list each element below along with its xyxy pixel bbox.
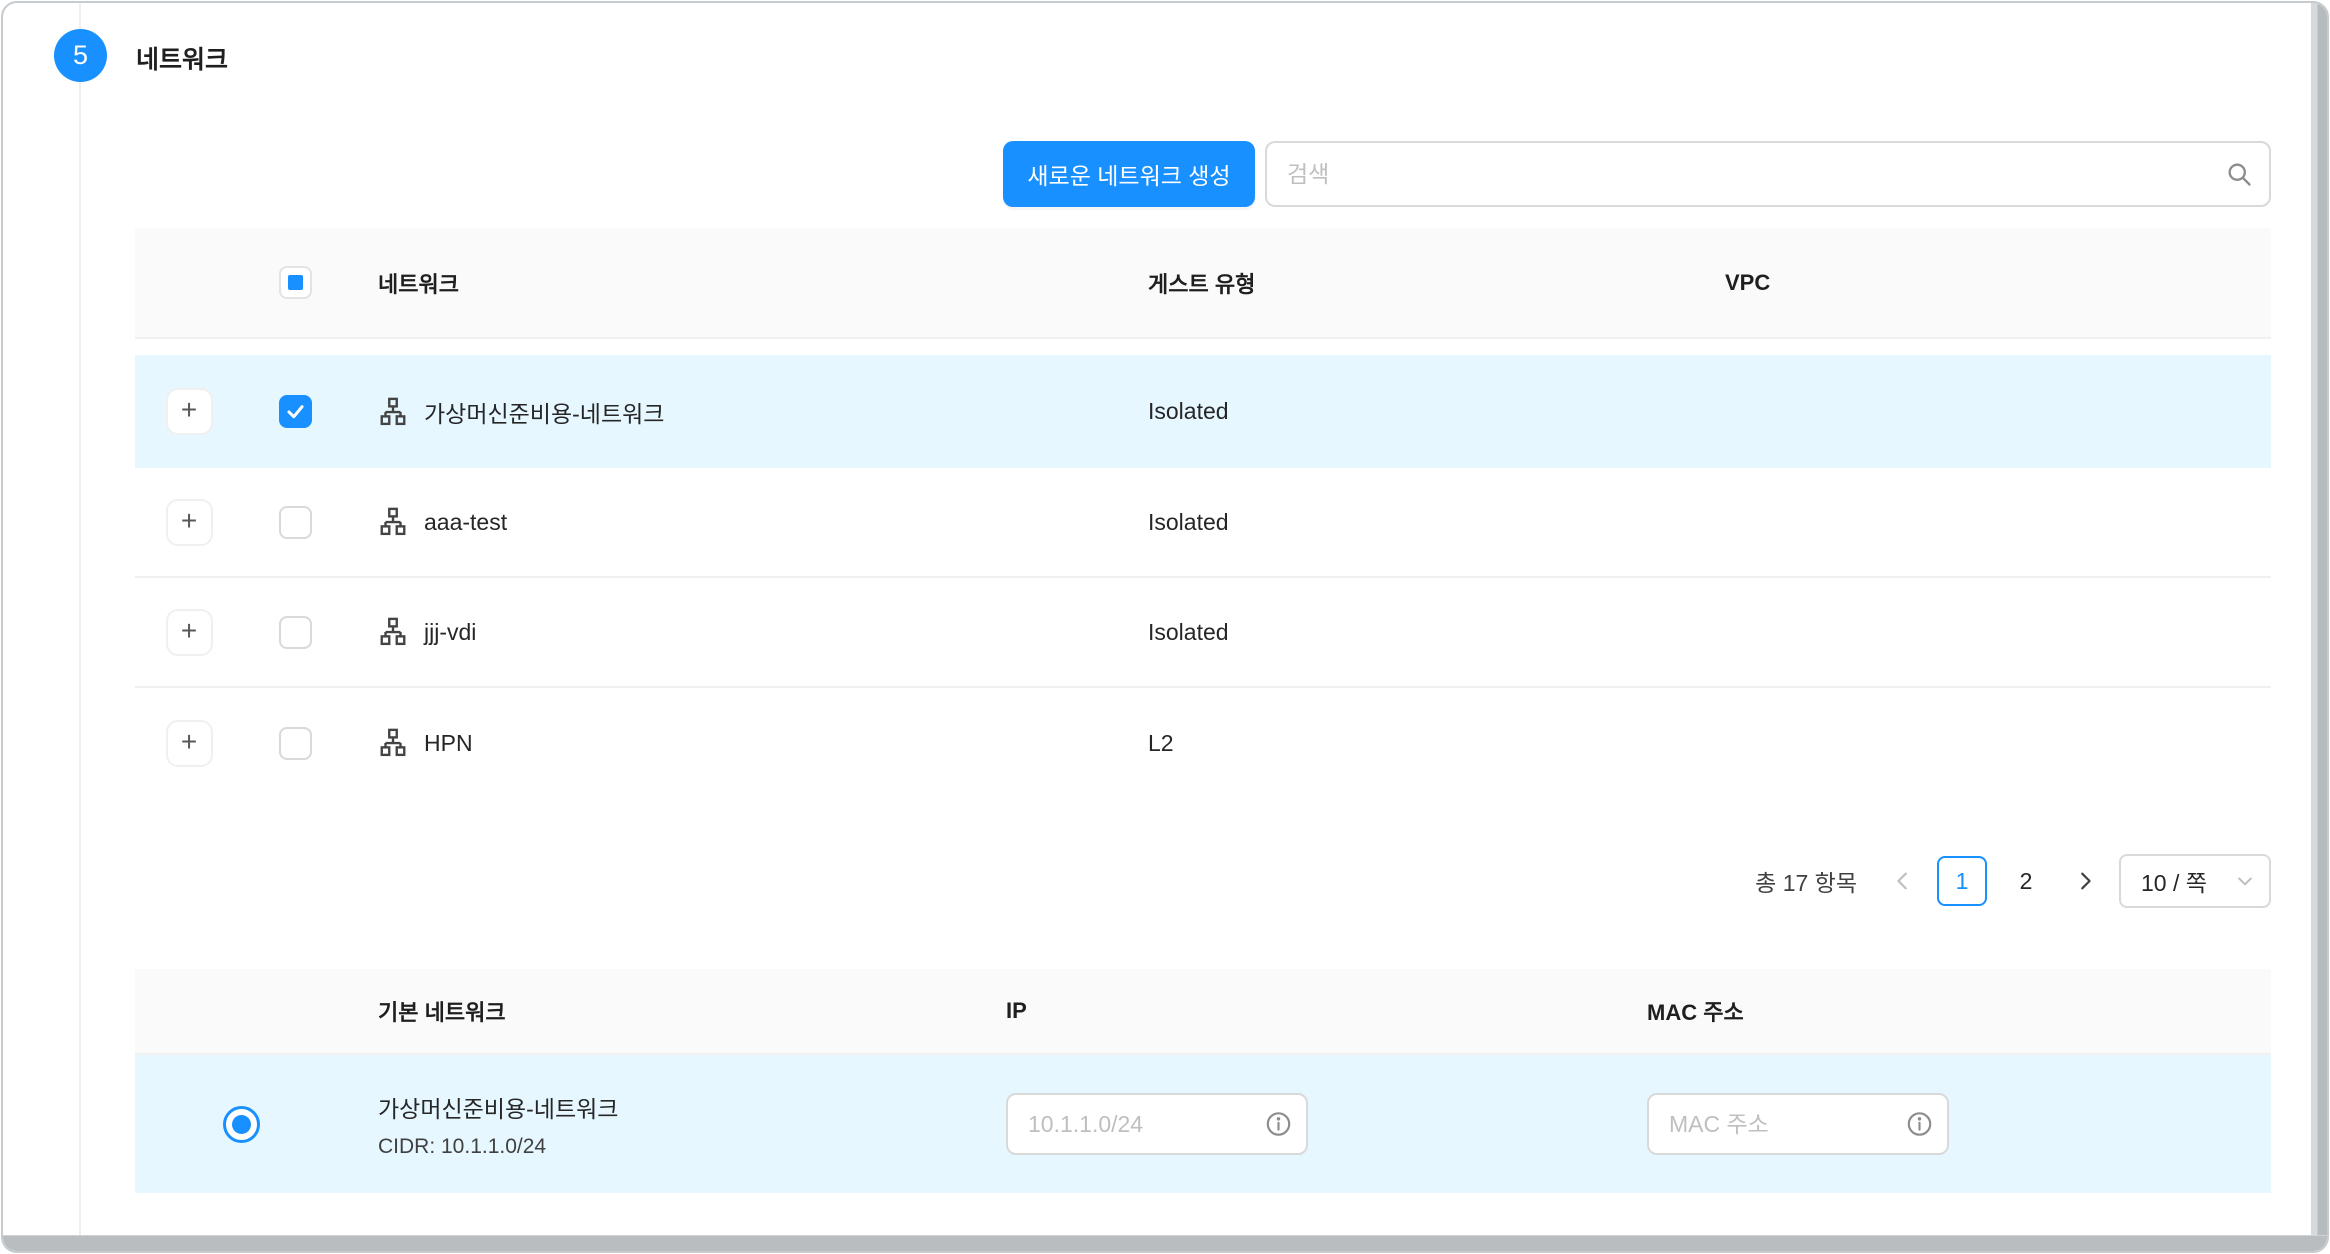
page-size-select[interactable]: 10 / 쪽 — [2119, 854, 2271, 908]
guest-type: Isolated — [1148, 509, 1725, 536]
default-network-name: 가상머신준비용-네트워크 — [378, 1090, 1006, 1124]
row-checkbox[interactable] — [279, 727, 312, 760]
info-icon[interactable] — [1906, 1111, 1933, 1138]
column-header-vpc: VPC — [1725, 270, 2271, 296]
column-header-network: 네트워크 — [348, 267, 1148, 299]
column-header-ip: IP — [1006, 998, 1647, 1024]
pagination-total: 총 17 항목 — [1755, 864, 1857, 898]
expand-row-button[interactable]: + — [166, 609, 213, 656]
table-row[interactable]: + HPN L2 — [135, 688, 2271, 798]
ip-input[interactable] — [1008, 1095, 1380, 1153]
table-row[interactable]: + aaa-test Isolated — [135, 468, 2271, 578]
search-box[interactable] — [1265, 141, 2271, 207]
guest-type: L2 — [1148, 730, 1725, 757]
network-table-body: + 가상머신준비용-네트워크 Isolated — [135, 355, 2271, 798]
search-icon — [2209, 160, 2269, 188]
mac-field — [1647, 1093, 1949, 1155]
network-name: HPN — [424, 730, 473, 757]
row-checkbox[interactable] — [279, 395, 312, 428]
table-row[interactable]: + 가상머신준비용-네트워크 Isolated — [135, 355, 2271, 468]
default-network-cidr: CIDR: 10.1.1.0/24 — [378, 1135, 1006, 1159]
column-header-guest-type: 게스트 유형 — [1148, 267, 1725, 299]
wizard-network-step-panel: 5 네트워크 새로운 네트워크 생성 네트워크 게스트 유형 VPC + — [1, 1, 2329, 1253]
pagination: 총 17 항목 1 2 10 / 쪽 — [135, 849, 2271, 913]
step-timeline-line — [79, 3, 81, 1235]
select-all-cell — [243, 266, 348, 299]
chevron-down-icon — [2235, 871, 2255, 891]
step-number-badge: 5 — [54, 29, 107, 82]
default-network-radio[interactable] — [223, 1106, 260, 1143]
chevron-right-icon[interactable] — [2065, 856, 2105, 906]
select-all-checkbox[interactable] — [279, 266, 312, 299]
network-name: aaa-test — [424, 509, 507, 536]
search-input[interactable] — [1267, 143, 2209, 205]
mac-input[interactable] — [1649, 1095, 2021, 1153]
expand-row-button[interactable]: + — [166, 499, 213, 546]
default-network-row[interactable]: 가상머신준비용-네트워크 CIDR: 10.1.1.0/24 — [135, 1055, 2271, 1193]
create-network-button[interactable]: 새로운 네트워크 생성 — [1003, 141, 1255, 207]
horizontal-scrollbar[interactable] — [3, 1235, 2327, 1251]
info-icon[interactable] — [1265, 1111, 1292, 1138]
row-checkbox[interactable] — [279, 616, 312, 649]
page-size-value: 10 / 쪽 — [2141, 864, 2207, 898]
guest-type: Isolated — [1148, 398, 1725, 425]
table-row[interactable]: + jjj-vdi Isolated — [135, 578, 2271, 688]
page-button-1[interactable]: 1 — [1937, 856, 1987, 906]
step-title: 네트워크 — [136, 40, 228, 76]
network-icon — [378, 617, 408, 647]
chevron-left-icon[interactable] — [1883, 856, 1923, 906]
column-header-mac: MAC 주소 — [1647, 995, 2271, 1027]
ip-field — [1006, 1093, 1308, 1155]
network-icon — [378, 728, 408, 758]
network-name: jjj-vdi — [424, 619, 476, 646]
expand-row-button[interactable]: + — [166, 388, 213, 435]
expand-row-button[interactable]: + — [166, 720, 213, 767]
column-header-default-network: 기본 네트워크 — [348, 995, 1006, 1027]
network-icon — [378, 397, 408, 427]
network-icon — [378, 507, 408, 537]
vertical-scrollbar[interactable] — [2311, 3, 2327, 1235]
guest-type: Isolated — [1148, 619, 1725, 646]
default-network-table-header: 기본 네트워크 IP MAC 주소 — [135, 969, 2271, 1055]
network-name: 가상머신준비용-네트워크 — [424, 395, 664, 429]
page-button-2[interactable]: 2 — [2001, 856, 2051, 906]
row-checkbox[interactable] — [279, 506, 312, 539]
network-table-header: 네트워크 게스트 유형 VPC — [135, 228, 2271, 339]
